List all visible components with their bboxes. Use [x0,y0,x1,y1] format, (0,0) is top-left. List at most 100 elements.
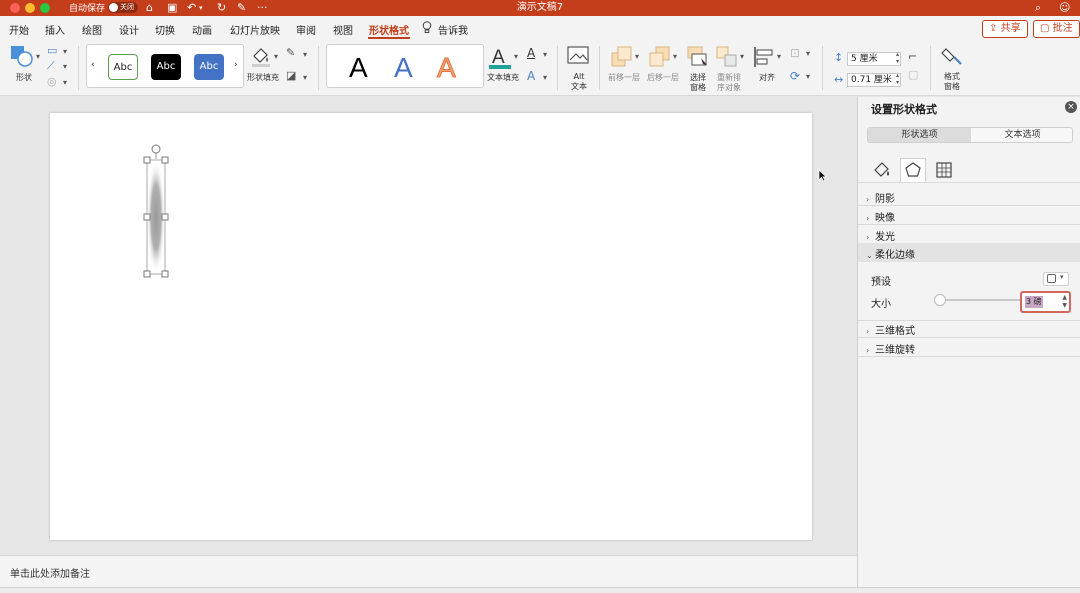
notes-pane[interactable]: 单击此处添加备注 [0,555,857,587]
align-dropdown-icon[interactable]: ▾ [777,52,781,61]
tab-draw[interactable]: 绘图 [82,22,102,37]
size-input[interactable]: 3 磅 ▲ ▼ [1020,291,1071,313]
comment-button[interactable]: ▢ 批注 [1033,20,1080,38]
shape-effects-icon[interactable]: ◪ [286,69,296,82]
rotate-icon[interactable]: ⟳ [790,69,800,83]
tab-slideshow[interactable]: 幻灯片放映 [230,22,280,37]
pane-divider [858,320,1080,321]
section-3d-rotation[interactable]: › 三维旋转 [866,341,915,356]
size-increment-icon[interactable]: ▲ [1062,294,1067,301]
section-soft-edges-label: 柔化边缘 [875,250,915,261]
selected-shape[interactable] [140,143,174,287]
tab-home[interactable]: 开始 [9,22,29,37]
section-3d-format[interactable]: › 三维格式 [866,322,915,337]
style-option-blue[interactable]: Abc [194,54,224,80]
height-icon: ↕ [834,51,844,64]
tab-shape-format[interactable]: 形状格式 [369,22,409,37]
size-properties-tab[interactable] [931,158,957,182]
section-reflection[interactable]: › 映像 [866,209,895,224]
share-button[interactable]: ⇪ 共享 [982,20,1028,38]
paint-bucket-icon[interactable] [250,45,272,67]
size-decrement-icon[interactable]: ▼ [1062,302,1067,309]
size-slider-handle[interactable] [934,294,946,306]
comment-label: 批注 [1052,23,1073,34]
merge-dropdown-icon[interactable]: ▾ [63,78,67,87]
wordart-option-black[interactable]: A [349,53,368,83]
text-box-icon[interactable]: ▭ [47,44,57,57]
section-shadow-label: 阴影 [875,194,895,205]
merge-shapes-icon[interactable]: ◎ [47,75,57,88]
format-shape-pane: 设置形状格式 × 形状选项 文本选项 › 阴影 › 映像 › 发光 ⌄ 柔化边缘 预设 … [857,97,1080,587]
text-fill-dropdown-icon[interactable]: ▾ [514,52,518,61]
group-icon[interactable]: ⊡ [790,46,800,60]
text-effects-icon[interactable]: A [527,69,535,83]
bring-forward-dropdown-icon[interactable]: ▾ [635,52,639,61]
preset-dropdown[interactable]: ▾ [1043,272,1069,286]
tell-me[interactable]: 告诉我 [438,22,468,37]
text-outline-icon[interactable]: A [527,46,535,60]
tab-insert[interactable]: 插入 [45,22,65,37]
section-3d-rotation-label: 三维旋转 [875,345,915,356]
chevron-right-icon: › [866,233,870,242]
height-stepper-icon[interactable]: ▴ ▾ [896,51,899,65]
shape-effects-dropdown-icon[interactable]: ▾ [303,73,307,82]
text-fill-icon[interactable]: A [488,45,512,71]
lightbulb-icon [422,21,432,33]
section-glow[interactable]: › 发光 [866,228,895,243]
shapes-dropdown-icon[interactable]: ▾ [36,52,40,61]
tab-view[interactable]: 视图 [333,22,353,37]
edit-shape-icon[interactable]: ⟋ [47,59,55,73]
tab-design[interactable]: 设计 [119,22,139,37]
text-options-tab[interactable]: 文本选项 [971,128,1074,142]
send-backward-dropdown-icon[interactable]: ▾ [673,52,677,61]
section-shadow[interactable]: › 阴影 [866,190,895,205]
gallery-next-icon[interactable]: › [234,60,238,70]
size-slider-track[interactable] [935,299,1023,301]
reorder-objects-icon[interactable] [716,46,738,68]
shape-width-field[interactable]: 0.71 厘米 [847,73,901,87]
search-icon[interactable]: ⌕ [1035,0,1041,16]
account-icon[interactable]: ☺ [1059,0,1070,16]
wordart-option-blue[interactable]: A [394,53,413,83]
bring-forward-icon[interactable] [611,46,633,68]
reorder-dropdown-icon[interactable]: ▾ [740,52,744,61]
width-stepper-icon[interactable]: ▴ ▾ [896,72,899,86]
shape-options-tab[interactable]: 形状选项 [868,128,971,142]
style-option-black[interactable]: Abc [151,54,181,80]
gallery-prev-icon[interactable]: ‹ [91,60,95,70]
wordart-option-orange[interactable]: A [437,52,457,83]
soft-edge-preset-icon [1047,274,1056,283]
pane-divider [858,205,1080,206]
mouse-cursor-icon [818,169,827,182]
text-outline-dropdown-icon[interactable]: ▾ [543,50,547,59]
slide-canvas[interactable] [50,113,812,540]
close-pane-button[interactable]: × [1065,101,1077,113]
section-soft-edges[interactable]: ⌄ 柔化边缘 [866,246,915,261]
rotate-dropdown-icon[interactable]: ▾ [806,72,810,81]
text-box-dropdown-icon[interactable]: ▾ [63,47,67,56]
shape-outline-dropdown-icon[interactable]: ▾ [303,50,307,59]
section-3d-format-label: 三维格式 [875,326,915,337]
format-pane-icon[interactable] [940,46,964,68]
align-icon[interactable] [753,46,775,68]
size-value: 3 磅 [1025,296,1043,308]
lock-aspect-icon[interactable]: ▢ [908,68,918,81]
text-effects-dropdown-icon[interactable]: ▾ [543,73,547,82]
shape-outline-icon[interactable]: ✎ [286,46,295,59]
selection-pane-icon[interactable] [687,46,709,68]
group-dropdown-icon[interactable]: ▾ [806,49,810,58]
tab-transitions[interactable]: 切换 [155,22,175,37]
alt-text-icon[interactable] [567,46,591,68]
edit-shape-dropdown-icon[interactable]: ▾ [63,62,67,71]
shape-fill-dropdown-icon[interactable]: ▾ [274,52,278,61]
style-option-outline[interactable]: Abc [108,54,138,80]
tab-review[interactable]: 审阅 [296,22,316,37]
send-backward-icon[interactable] [649,46,671,68]
shapes-icon[interactable] [10,45,34,67]
effects-tab[interactable] [900,158,926,182]
fill-line-tab[interactable] [869,158,895,182]
ribbon-tabs: 开始 插入 绘图 设计 切换 动画 幻灯片放映 审阅 视图 形状格式 告诉我 ⇪… [0,16,1080,42]
tab-animations[interactable]: 动画 [192,22,212,37]
shape-height-field[interactable]: 5 厘米 [847,52,901,66]
crop-icon[interactable]: ⌐ [908,50,917,63]
